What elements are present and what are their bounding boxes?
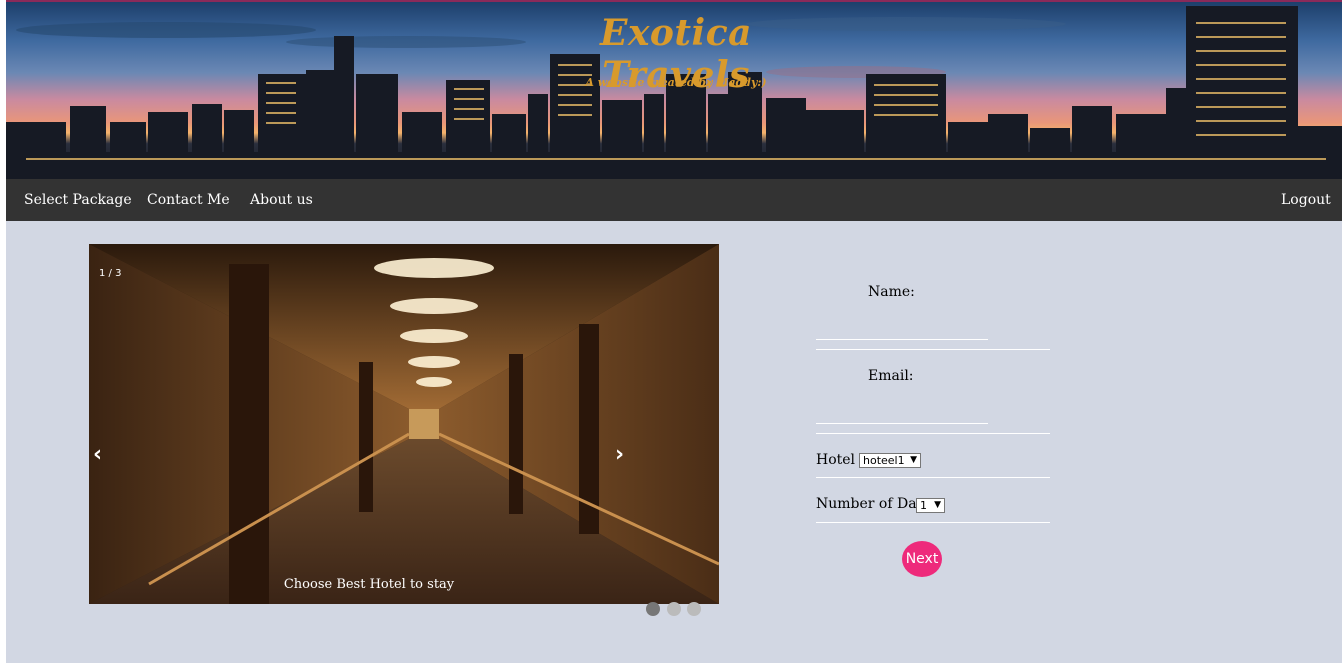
dropdown-arrow-icon: ▼ <box>934 500 941 510</box>
navbar: Select Package Contact Me About us Logou… <box>6 179 1342 221</box>
divider <box>816 433 1050 434</box>
days-label: Number of Days <box>816 496 932 512</box>
hotel-slideshow: 1 / 3 ‹ › Choose Best Hotel to stay <box>89 244 719 604</box>
name-input[interactable] <box>816 316 988 340</box>
next-slide-icon[interactable]: › <box>615 442 624 467</box>
name-label: Name: <box>868 284 915 300</box>
hotel-select-value: hoteel1 <box>863 454 905 467</box>
email-label: Email: <box>868 368 914 384</box>
divider <box>816 522 1050 523</box>
divider <box>816 477 1050 478</box>
slide-counter: 1 / 3 <box>99 268 122 279</box>
nav-about-us[interactable]: About us <box>250 179 313 221</box>
slide-dot-2[interactable] <box>667 602 681 616</box>
days-select-value: 1 <box>920 499 927 512</box>
dropdown-arrow-icon: ▼ <box>910 455 917 465</box>
next-button[interactable]: Next <box>902 541 942 577</box>
nav-select-package[interactable]: Select Package <box>24 179 132 221</box>
divider <box>816 349 1050 350</box>
site-subtitle: A website created by Maddy:) <box>585 76 767 89</box>
booking-form: Name: Email: Hotel : hoteel1 ▼ Number of… <box>816 260 1056 590</box>
nav-contact-me[interactable]: Contact Me <box>147 179 230 221</box>
prev-slide-icon[interactable]: ‹ <box>93 442 102 467</box>
email-input[interactable] <box>816 400 988 424</box>
hotel-label: Hotel : <box>816 452 865 468</box>
slide-dot-1[interactable] <box>646 602 660 616</box>
slide-caption: Choose Best Hotel to stay <box>283 577 455 592</box>
slide-dot-3[interactable] <box>687 602 701 616</box>
hotel-corridor-image <box>89 244 719 604</box>
days-select[interactable]: 1 ▼ <box>916 498 945 513</box>
hotel-select[interactable]: hoteel1 ▼ <box>859 453 921 468</box>
header-banner: Exotica Travels A website created by Mad… <box>6 0 1342 179</box>
nav-logout[interactable]: Logout <box>1281 179 1331 221</box>
page: Exotica Travels A website created by Mad… <box>6 0 1342 663</box>
